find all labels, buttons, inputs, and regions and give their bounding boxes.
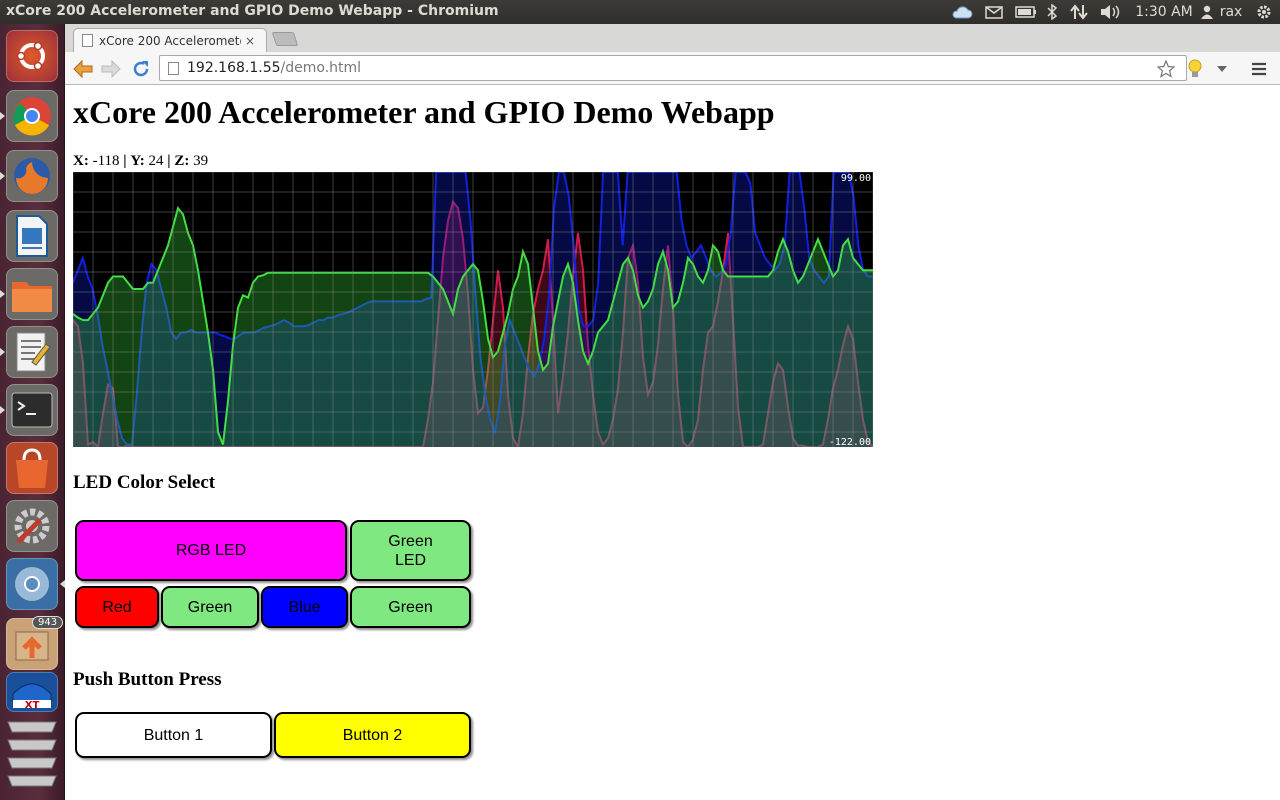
reload-icon[interactable] bbox=[129, 57, 153, 81]
workspace-stack-icon[interactable] bbox=[6, 716, 58, 800]
menu-icon[interactable] bbox=[1247, 57, 1271, 81]
y-value: 24 bbox=[148, 153, 164, 169]
cloud-sync-icon[interactable] bbox=[950, 2, 974, 22]
tab-title: xCore 200 Acceleromete bbox=[99, 33, 241, 48]
running-indicator bbox=[0, 290, 5, 298]
page-icon bbox=[168, 61, 179, 75]
chromium-app-icon[interactable] bbox=[6, 558, 58, 610]
update-count-badge: 943 bbox=[32, 616, 64, 629]
terminal-icon[interactable] bbox=[6, 384, 58, 436]
back-arrow-icon[interactable] bbox=[71, 57, 95, 81]
running-indicator bbox=[0, 348, 5, 356]
button-1[interactable]: Button 1 bbox=[75, 712, 272, 758]
blue-button[interactable]: Blue bbox=[261, 586, 348, 628]
page-title: xCore 200 Accelerometer and GPIO Demo We… bbox=[73, 94, 775, 130]
svg-text:XT: XT bbox=[25, 700, 40, 710]
clock[interactable]: 1:30 AM bbox=[1134, 2, 1194, 22]
chromium-icon[interactable] bbox=[6, 90, 58, 142]
update-manager-icon[interactable]: 943 bbox=[6, 616, 64, 670]
running-indicator bbox=[0, 406, 5, 414]
system-settings-icon[interactable] bbox=[6, 500, 58, 552]
page-content: xCore 200 Accelerometer and GPIO Demo We… bbox=[65, 86, 1280, 800]
tab-strip: xCore 200 Acceleromete × bbox=[65, 24, 1280, 52]
user-icon[interactable] bbox=[1200, 2, 1214, 22]
forward-arrow-icon[interactable] bbox=[99, 57, 123, 81]
max-value-label: 99.00 bbox=[841, 173, 871, 184]
rgb-led-button[interactable]: RGB LED bbox=[75, 520, 347, 581]
unity-launcher: 943 XT bbox=[0, 24, 65, 800]
ubuntu-dash-icon[interactable] bbox=[6, 30, 58, 82]
running-indicator bbox=[0, 172, 5, 180]
bookmark-star-icon[interactable] bbox=[1154, 57, 1178, 81]
running-indicator bbox=[0, 112, 5, 120]
led-heading: LED Color Select bbox=[73, 472, 216, 493]
button-2[interactable]: Button 2 bbox=[274, 712, 471, 758]
green-button[interactable]: Green bbox=[161, 586, 259, 628]
url-path: /demo.html bbox=[280, 60, 362, 76]
separator: | bbox=[123, 153, 127, 169]
y-label: Y: bbox=[130, 153, 145, 169]
network-icon[interactable] bbox=[1068, 2, 1090, 22]
battery-icon[interactable] bbox=[1014, 2, 1038, 22]
page-favicon-icon bbox=[82, 34, 93, 47]
tab-close-icon[interactable]: × bbox=[245, 34, 255, 48]
x-label: X: bbox=[73, 153, 89, 169]
accelerometer-readout: X: -118 | Y: 24 | Z: 39 bbox=[73, 153, 208, 170]
software-center-icon[interactable] bbox=[6, 442, 58, 494]
firefox-icon[interactable] bbox=[6, 150, 58, 202]
min-value-label: -122.00 bbox=[829, 437, 871, 447]
session-gear-icon[interactable] bbox=[1254, 2, 1274, 22]
extension-dropdown-icon[interactable] bbox=[1210, 57, 1234, 81]
volume-icon[interactable] bbox=[1098, 2, 1122, 22]
green-led-button[interactable]: Green LED bbox=[350, 520, 471, 581]
green-button-secondary[interactable]: Green bbox=[350, 586, 471, 628]
red-button[interactable]: Red bbox=[75, 586, 159, 628]
browser-toolbar: 192.168.1.55/demo.html bbox=[65, 52, 1280, 85]
address-bar[interactable]: 192.168.1.55/demo.html bbox=[159, 55, 1187, 81]
separator: | bbox=[167, 153, 171, 169]
xmos-app-icon[interactable]: XT bbox=[6, 672, 58, 712]
x-value: -118 bbox=[92, 153, 120, 169]
window-title: xCore 200 Accelerometer and GPIO Demo We… bbox=[6, 3, 499, 19]
accelerometer-chart: 99.00 -122.00 bbox=[73, 172, 873, 447]
text-editor-icon[interactable] bbox=[6, 326, 58, 378]
z-label: Z: bbox=[174, 153, 190, 169]
push-button-heading: Push Button Press bbox=[73, 669, 222, 690]
tab-demo[interactable]: xCore 200 Acceleromete × bbox=[73, 28, 267, 52]
mail-icon[interactable] bbox=[984, 2, 1004, 22]
z-value: 39 bbox=[193, 153, 209, 169]
files-icon[interactable] bbox=[6, 268, 58, 320]
lightbulb-extension-icon[interactable] bbox=[1183, 57, 1207, 81]
user-name[interactable]: rax bbox=[1216, 2, 1246, 22]
bluetooth-icon[interactable] bbox=[1044, 2, 1060, 22]
top-panel: xCore 200 Accelerometer and GPIO Demo We… bbox=[0, 0, 1280, 24]
new-tab-button[interactable] bbox=[271, 32, 299, 46]
url-host: 192.168.1.55 bbox=[187, 60, 281, 76]
libreoffice-writer-icon[interactable] bbox=[6, 210, 58, 262]
